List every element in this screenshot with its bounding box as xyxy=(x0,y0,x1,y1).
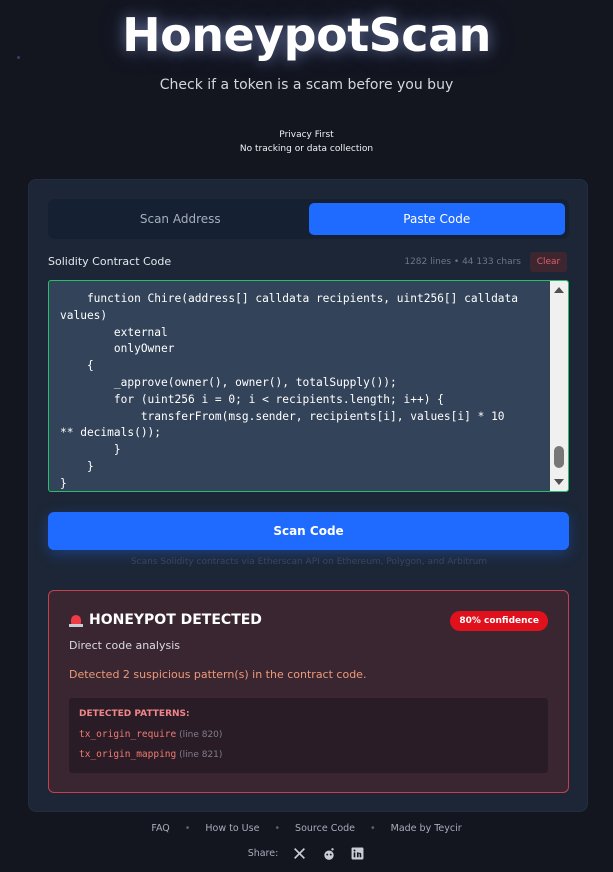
footer-link-faq[interactable]: FAQ xyxy=(151,823,169,834)
code-scrollbar[interactable] xyxy=(550,281,568,491)
code-label: Solidity Contract Code xyxy=(48,255,172,268)
scan-code-button[interactable]: Scan Code xyxy=(48,512,569,550)
scroll-down-icon[interactable] xyxy=(554,479,564,485)
footer-separator: • xyxy=(184,823,191,834)
scanner-card: Scan Address Paste Code Solidity Contrac… xyxy=(28,179,588,812)
clear-button[interactable]: Clear xyxy=(530,252,567,272)
privacy-title: Privacy First xyxy=(279,130,334,140)
footer-links: FAQ • How to Use • Source Code • Made by… xyxy=(0,823,613,834)
pattern-item: tx_origin_require (line 820) xyxy=(79,729,222,740)
share-bar: Share: xyxy=(0,846,613,861)
result-description: Detected 2 suspicious pattern(s) in the … xyxy=(69,668,367,681)
footer-link-author[interactable]: Made by Teycir xyxy=(391,823,462,834)
mode-tabs: Scan Address Paste Code xyxy=(48,199,569,239)
result-subtitle: Direct code analysis xyxy=(69,639,180,652)
pattern-item: tx_origin_mapping (line 821) xyxy=(79,749,222,760)
patterns-title: DETECTED PATTERNS: xyxy=(79,709,190,719)
tab-paste-code[interactable]: Paste Code xyxy=(308,203,565,235)
app-title: HoneypotScan xyxy=(122,8,491,62)
footer-link-how-to-use[interactable]: How to Use xyxy=(205,823,259,834)
tab-scan-address[interactable]: Scan Address xyxy=(52,203,309,235)
pattern-name: tx_origin_require xyxy=(79,729,177,740)
code-meta: 1282 lines • 44 133 chars xyxy=(404,257,521,267)
patterns-box: DETECTED PATTERNS: tx_origin_require (li… xyxy=(69,698,548,773)
pattern-line: (line 820) xyxy=(179,730,223,740)
footer-separator: • xyxy=(370,823,376,834)
privacy-notice: Privacy First No tracking or data collec… xyxy=(0,128,613,156)
code-textarea[interactable]: function Chire(address[] calldata recipi… xyxy=(48,280,569,492)
result-heading: HONEYPOT DETECTED xyxy=(69,612,262,628)
code-content: function Chire(address[] calldata recipi… xyxy=(60,292,519,490)
scan-note: Scans Solidity contracts via Etherscan A… xyxy=(130,557,488,567)
footer-link-source-code[interactable]: Source Code xyxy=(295,823,355,834)
result-panel: HONEYPOT DETECTED 80% confidence Direct … xyxy=(48,590,569,793)
reddit-icon[interactable] xyxy=(321,846,336,861)
scroll-thumb[interactable] xyxy=(554,446,564,468)
linkedin-icon[interactable] xyxy=(350,846,365,861)
app-subtitle: Check if a token is a scam before you bu… xyxy=(159,77,454,93)
footer-separator: • xyxy=(274,823,281,834)
share-label: Share: xyxy=(247,848,279,859)
result-title: HONEYPOT DETECTED xyxy=(89,612,262,628)
privacy-text: No tracking or data collection xyxy=(239,144,374,154)
siren-icon xyxy=(69,613,83,627)
pattern-name: tx_origin_mapping xyxy=(79,749,177,760)
pattern-line: (line 821) xyxy=(179,750,223,760)
scroll-up-icon[interactable] xyxy=(554,287,564,293)
x-icon[interactable] xyxy=(292,846,307,861)
confidence-badge: 80% confidence xyxy=(450,611,548,631)
